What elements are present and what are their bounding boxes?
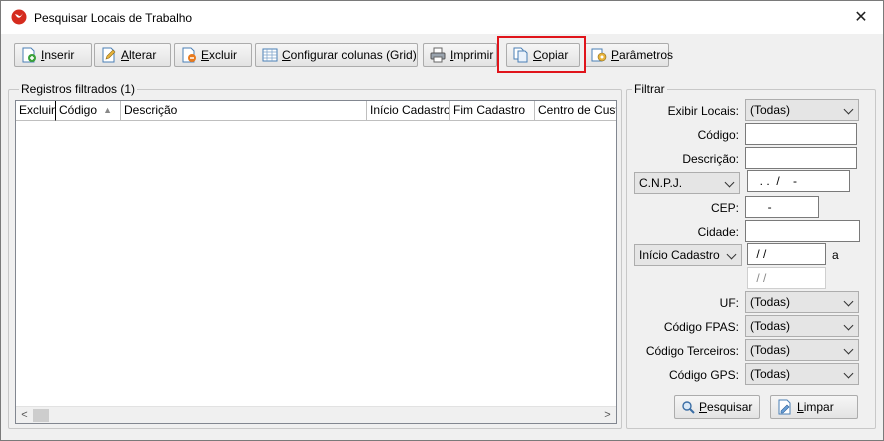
insert-doc-icon bbox=[22, 47, 36, 63]
copiar-highlight bbox=[497, 36, 586, 73]
pesquisar-button[interactable]: Pesquisar bbox=[674, 395, 760, 419]
col-excluir[interactable]: Excluir bbox=[16, 101, 56, 121]
inserir-label: Inserir bbox=[41, 48, 75, 62]
scroll-thumb[interactable] bbox=[33, 409, 49, 422]
configurar-colunas-button[interactable]: Configurar colunas (Grid) bbox=[255, 43, 418, 67]
chevron-down-icon bbox=[843, 296, 854, 307]
grid-columns-icon bbox=[262, 48, 278, 62]
col-descricao-label: Descrição bbox=[124, 103, 178, 117]
close-icon: ✕ bbox=[854, 9, 868, 26]
printer-icon bbox=[430, 47, 446, 63]
fpas-value: (Todas) bbox=[750, 319, 791, 333]
excluir-button[interactable]: Excluir bbox=[174, 43, 252, 67]
chevron-down-icon bbox=[843, 104, 854, 115]
uf-select[interactable]: (Todas) bbox=[745, 291, 859, 313]
scroll-left-icon[interactable]: < bbox=[16, 408, 33, 423]
fpas-select[interactable]: (Todas) bbox=[745, 315, 859, 337]
date-range-separator: a bbox=[832, 248, 839, 262]
terceiros-value: (Todas) bbox=[750, 343, 791, 357]
chevron-down-icon bbox=[726, 249, 737, 260]
cep-input[interactable]: - bbox=[745, 196, 819, 218]
exibir-locais-label: Exibir Locais: bbox=[667, 104, 739, 118]
filtrar-title: Filtrar bbox=[632, 82, 667, 96]
terceiros-select[interactable]: (Todas) bbox=[745, 339, 859, 361]
search-window: Pesquisar Locais de Trabalho ✕ Inserir A… bbox=[0, 0, 884, 441]
chevron-down-icon bbox=[843, 344, 854, 355]
delete-doc-icon bbox=[182, 47, 196, 63]
gps-label: Código GPS: bbox=[668, 368, 739, 382]
descricao-input[interactable] bbox=[745, 147, 857, 169]
search-icon bbox=[682, 401, 695, 414]
clear-doc-icon bbox=[778, 399, 791, 415]
chevron-down-icon bbox=[843, 320, 854, 331]
title-bar: Pesquisar Locais de Trabalho ✕ bbox=[1, 1, 883, 34]
col-centro-custo[interactable]: Centro de Cust bbox=[535, 101, 616, 121]
excluir-label: Excluir bbox=[201, 48, 238, 62]
horizontal-scrollbar[interactable]: < > bbox=[16, 406, 616, 423]
limpar-button[interactable]: Limpar bbox=[770, 395, 858, 419]
col-fim-cadastro[interactable]: Fim Cadastro bbox=[450, 101, 535, 121]
descricao-label: Descrição: bbox=[682, 152, 739, 166]
data-fim-input[interactable]: / / bbox=[747, 267, 826, 289]
sort-asc-icon: ▲ bbox=[103, 105, 112, 115]
grid-header: Excluir Código ▲ Descrição Início Cadastr… bbox=[16, 101, 616, 121]
data-inicio-input[interactable]: / / bbox=[747, 243, 826, 265]
uf-value: (Todas) bbox=[750, 295, 791, 309]
col-codigo-label: Código bbox=[59, 103, 98, 117]
exibir-locais-select[interactable]: (Todas) bbox=[745, 99, 859, 121]
cidade-input[interactable] bbox=[745, 220, 860, 242]
window-title: Pesquisar Locais de Trabalho bbox=[34, 11, 193, 25]
col-inicio-cadastro[interactable]: Início Cadastro bbox=[367, 101, 450, 121]
document-type-select[interactable]: C.N.P.J. bbox=[634, 172, 740, 194]
codigo-input[interactable] bbox=[745, 123, 857, 145]
limpar-label: Limpar bbox=[797, 400, 834, 414]
document-type-value: C.N.P.J. bbox=[639, 176, 683, 190]
uf-label: UF: bbox=[719, 296, 739, 310]
gps-select[interactable]: (Todas) bbox=[745, 363, 859, 385]
col-inicio-label: Início Cadastro bbox=[370, 103, 450, 117]
chevron-down-icon bbox=[724, 177, 735, 188]
registros-title: Registros filtrados (1) bbox=[19, 82, 138, 96]
imprimir-label: Imprimir bbox=[450, 48, 494, 62]
pesquisar-label: Pesquisar bbox=[699, 400, 753, 414]
gps-value: (Todas) bbox=[750, 367, 791, 381]
chevron-down-icon bbox=[843, 368, 854, 379]
inserir-button[interactable]: Inserir bbox=[14, 43, 92, 67]
app-logo-icon bbox=[11, 9, 27, 25]
terceiros-label: Código Terceiros: bbox=[645, 344, 739, 358]
parametros-label: Parâmetros bbox=[611, 48, 674, 62]
data-type-value: Início Cadastro bbox=[639, 248, 720, 262]
data-type-select[interactable]: Início Cadastro bbox=[634, 244, 742, 266]
fpas-label: Código FPAS: bbox=[663, 320, 739, 334]
registros-grid[interactable]: Excluir Código ▲ Descrição Início Cadastr… bbox=[15, 100, 617, 424]
scroll-right-icon[interactable]: > bbox=[599, 408, 616, 423]
codigo-label: Código: bbox=[697, 128, 739, 142]
col-fim-label: Fim Cadastro bbox=[453, 103, 526, 117]
col-descricao[interactable]: Descrição bbox=[121, 101, 367, 121]
exibir-locais-value: (Todas) bbox=[750, 103, 791, 117]
settings-params-icon bbox=[591, 48, 607, 62]
edit-doc-icon bbox=[102, 47, 116, 63]
col-centro-label: Centro de Cust bbox=[538, 103, 616, 117]
alterar-label: Alterar bbox=[121, 48, 157, 62]
cep-label: CEP: bbox=[710, 201, 739, 215]
col-codigo[interactable]: Código ▲ bbox=[56, 101, 121, 121]
close-button[interactable]: ✕ bbox=[839, 1, 883, 33]
configurar-label: Configurar colunas (Grid) bbox=[282, 48, 417, 62]
parametros-button[interactable]: Parâmetros bbox=[584, 43, 673, 67]
cidade-label: Cidade: bbox=[697, 225, 739, 239]
col-excluir-label: Excluir bbox=[19, 103, 56, 117]
alterar-button[interactable]: Alterar bbox=[94, 43, 171, 67]
imprimir-button[interactable]: Imprimir bbox=[423, 43, 497, 67]
cnpj-input[interactable]: . . / - bbox=[747, 170, 850, 192]
